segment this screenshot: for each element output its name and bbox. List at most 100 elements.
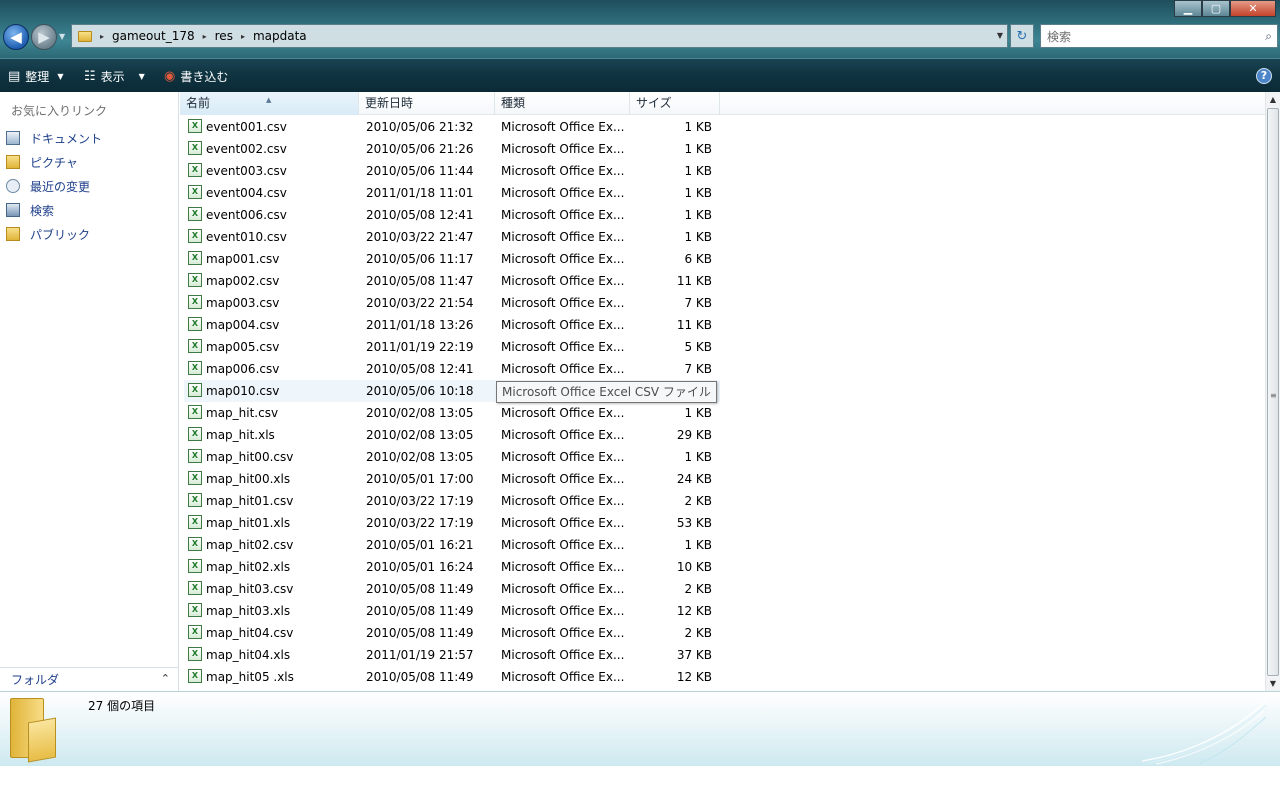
file-row[interactable]: Xmap_hit04.xls 2011/01/19 21:57 Microsoft … (184, 644, 720, 666)
file-row[interactable]: Xmap_hit05 .xls 2010/05/08 11:49 Microsoft… (184, 666, 720, 688)
file-date: 2010/05/08 11:49 (366, 604, 474, 618)
file-type: Microsoft Office Ex... (501, 626, 625, 640)
breadcrumb-mapdata[interactable]: mapdata (253, 29, 307, 43)
burn-label: 書き込む (180, 70, 229, 84)
file-name: map005.csv (206, 340, 280, 354)
refresh-button[interactable]: ↻ (1010, 24, 1034, 48)
excel-file-icon: X (188, 647, 202, 661)
sidebar-item-documents[interactable]: ドキュメント (6, 128, 102, 148)
file-row[interactable]: Xmap005.csv 2011/01/19 22:19 Microsoft Off… (184, 336, 720, 358)
file-row[interactable]: Xmap_hit02.csv 2010/05/01 16:21 Microsoft … (184, 534, 720, 556)
file-type: Microsoft Office Ex... (501, 340, 625, 354)
view-button[interactable]: ☷ 表示 ▼ (84, 68, 145, 85)
file-type: Microsoft Office Ex... (501, 362, 625, 376)
sidebar-item-searches[interactable]: 検索 (6, 200, 54, 220)
file-size: 1 KB (684, 208, 712, 222)
sidebar-item-public[interactable]: パブリック (6, 224, 90, 244)
file-row[interactable]: Xmap_hit00.xls 2010/05/01 17:00 Microsoft … (184, 468, 720, 490)
type-tooltip: Microsoft Office Excel CSV ファイル (496, 381, 717, 403)
search-icon[interactable]: ⌕ (1265, 29, 1272, 44)
column-header-size[interactable]: サイズ (630, 92, 720, 115)
search-input[interactable]: 検索 ⌕ (1040, 24, 1278, 48)
pictures-icon (6, 155, 20, 169)
organize-icon: ▤ (8, 69, 21, 84)
file-row[interactable]: Xmap_hit00.csv 2010/02/08 13:05 Microsoft … (184, 446, 720, 468)
sort-ascending-icon: ▲ (266, 96, 272, 104)
back-button[interactable]: ◀ (3, 24, 29, 50)
file-row[interactable]: Xmap_hit.xls 2010/02/08 13:05 Microsoft Of… (184, 424, 720, 446)
file-name: map004.csv (206, 318, 280, 332)
organize-button[interactable]: ▤ 整理 ▼ (8, 68, 63, 85)
file-row[interactable]: Xmap_hit.csv 2010/02/08 13:05 Microsoft Of… (184, 402, 720, 424)
address-bar[interactable]: ▸ gameout_178 ▸ res ▸ mapdata ▼ (71, 24, 1008, 48)
file-row[interactable]: Xmap006.csv 2010/05/08 12:41 Microsoft Off… (184, 358, 720, 380)
file-size: 10 KB (676, 560, 712, 574)
file-date: 2010/05/08 12:41 (366, 208, 474, 222)
file-row[interactable]: Xevent010.csv 2010/03/22 21:47 Microsoft O… (184, 226, 720, 248)
forward-button[interactable]: ▶ (31, 24, 57, 50)
scrollbar-thumb[interactable]: ≡ (1267, 108, 1279, 676)
details-pane: 27 個の項目 (0, 691, 1280, 766)
close-button[interactable]: ✕ (1230, 0, 1276, 17)
file-type: Microsoft Office Ex... (501, 120, 625, 134)
file-row[interactable]: Xevent003.csv 2010/05/06 11:44 Microsoft O… (184, 160, 720, 182)
vertical-scrollbar[interactable]: ▲ ≡ ▼ (1265, 92, 1280, 691)
file-row[interactable]: Xmap_hit03.xls 2010/05/08 11:49 Microsoft … (184, 600, 720, 622)
file-row[interactable]: Xevent006.csv 2010/05/08 12:41 Microsoft O… (184, 204, 720, 226)
file-row[interactable]: Xevent002.csv 2010/05/06 21:26 Microsoft O… (184, 138, 720, 160)
file-row[interactable]: Xmap_hit02.xls 2010/05/01 16:24 Microsoft … (184, 556, 720, 578)
column-header-name[interactable]: 名前 ▲ (180, 92, 359, 115)
sidebar-item-pictures[interactable]: ピクチャ (6, 152, 78, 172)
file-row[interactable]: Xmap002.csv 2010/05/08 11:47 Microsoft Off… (184, 270, 720, 292)
help-button[interactable]: ? (1256, 68, 1272, 84)
chevron-down-icon: ▼ (138, 72, 145, 81)
excel-file-icon: X (188, 229, 202, 243)
file-date: 2011/01/19 22:19 (366, 340, 474, 354)
burn-disc-icon: ◉ (164, 69, 176, 84)
column-header-type[interactable]: 種類 (495, 92, 630, 115)
file-size: 1 KB (684, 406, 712, 420)
file-row[interactable]: Xmap_hit01.csv 2010/03/22 17:19 Microsoft … (184, 490, 720, 512)
file-size: 1 KB (684, 120, 712, 134)
file-row[interactable]: Xevent001.csv 2010/05/06 21:32 Microsoft O… (184, 116, 720, 138)
scroll-down-icon[interactable]: ▼ (1266, 676, 1280, 691)
excel-file-icon: X (188, 383, 202, 397)
breadcrumb-separator-icon[interactable]: ▸ (100, 32, 104, 41)
excel-file-icon: X (188, 405, 202, 419)
file-row[interactable]: Xevent004.csv 2011/01/18 11:01 Microsoft O… (184, 182, 720, 204)
file-date: 2010/05/01 16:24 (366, 560, 474, 574)
scroll-up-icon[interactable]: ▲ (1266, 92, 1280, 107)
file-type: Microsoft Office Ex... (501, 450, 625, 464)
file-type: Microsoft Office Ex... (501, 230, 625, 244)
column-header-date[interactable]: 更新日時 (359, 92, 495, 115)
excel-file-icon: X (188, 603, 202, 617)
burn-button[interactable]: ◉ 書き込む (164, 68, 228, 85)
excel-file-icon: X (188, 559, 202, 573)
file-type: Microsoft Office Ex... (501, 296, 625, 310)
file-date: 2010/03/22 21:54 (366, 296, 474, 310)
file-size: 1 KB (684, 142, 712, 156)
file-row[interactable]: Xmap003.csv 2010/03/22 21:54 Microsoft Off… (184, 292, 720, 314)
file-date: 2010/05/08 11:47 (366, 274, 474, 288)
sidebar-item-label: 最近の変更 (30, 179, 91, 194)
breadcrumb-separator-icon[interactable]: ▸ (203, 32, 207, 41)
file-row[interactable]: Xmap_hit03.csv 2010/05/08 11:49 Microsoft … (184, 578, 720, 600)
file-row[interactable]: Xmap004.csv 2011/01/18 13:26 Microsoft Off… (184, 314, 720, 336)
file-row[interactable]: Xmap001.csv 2010/05/06 11:17 Microsoft Off… (184, 248, 720, 270)
address-dropdown-icon[interactable]: ▼ (997, 31, 1003, 40)
file-date: 2010/05/08 11:49 (366, 626, 474, 640)
breadcrumb-res[interactable]: res (215, 29, 233, 43)
file-row[interactable]: Xmap_hit04.csv 2010/05/08 11:49 Microsoft … (184, 622, 720, 644)
file-row[interactable]: Xmap_hit01.xls 2010/03/22 17:19 Microsoft … (184, 512, 720, 534)
folders-toggle[interactable]: フォルダ ⌃ (0, 667, 178, 691)
maximize-button[interactable]: ▢ (1202, 0, 1230, 17)
file-type: Microsoft Office Ex... (501, 494, 625, 508)
breadcrumb-gameout[interactable]: gameout_178 (112, 29, 195, 43)
breadcrumb-separator-icon[interactable]: ▸ (241, 32, 245, 41)
sidebar-item-recent-changes[interactable]: 最近の変更 (6, 176, 90, 196)
sidebar-item-label: 検索 (30, 203, 55, 218)
file-name: map_hit.csv (206, 406, 279, 420)
minimize-button[interactable]: ▁ (1174, 0, 1202, 17)
file-type: Microsoft Office Ex... (501, 164, 625, 178)
recent-pages-dropdown[interactable]: ▼ (59, 32, 65, 41)
